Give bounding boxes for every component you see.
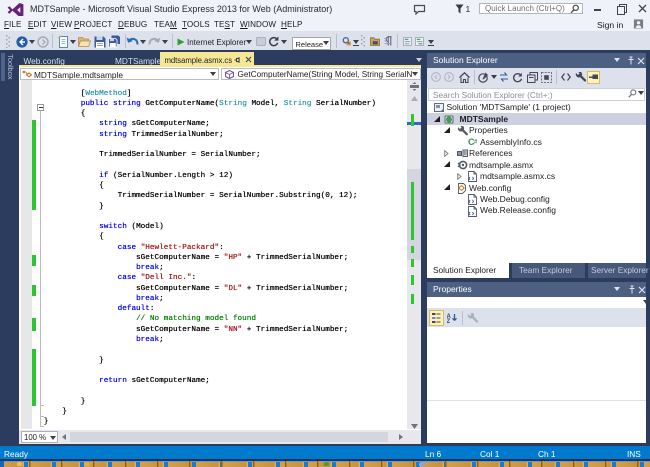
svg-text:#: # [474,140,478,146]
svg-text:Z: Z [447,319,451,323]
